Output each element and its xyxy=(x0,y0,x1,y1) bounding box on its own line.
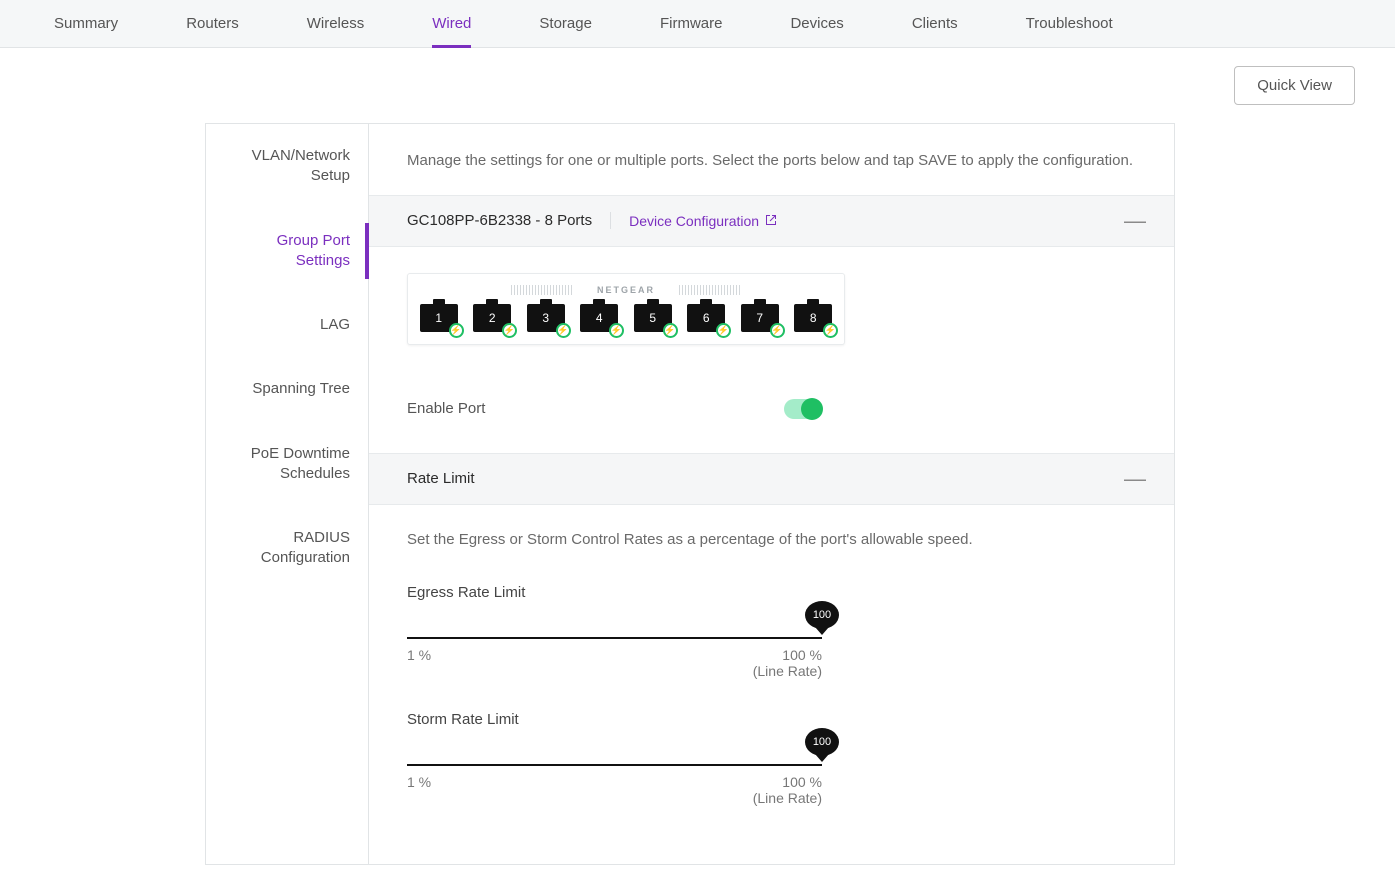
port-4[interactable]: 4⚡ xyxy=(577,304,623,334)
poe-badge-icon: ⚡ xyxy=(502,323,517,338)
quick-view-button[interactable]: Quick View xyxy=(1234,66,1355,105)
switch-brand: NETGEAR xyxy=(597,285,655,295)
slider-value-bubble: 100 xyxy=(805,728,839,756)
tab-troubleshoot[interactable]: Troubleshoot xyxy=(992,0,1147,48)
intro-text: Manage the settings for one or multiple … xyxy=(369,124,1174,195)
slider-range-labels: 1 % 100 % xyxy=(407,774,822,790)
slider-min-label: 1 % xyxy=(407,774,431,790)
vent-decoration xyxy=(679,285,741,295)
slider-handle[interactable]: 100 xyxy=(805,728,839,756)
tab-wireless[interactable]: Wireless xyxy=(273,0,399,48)
top-nav: SummaryRoutersWirelessWiredStorageFirmwa… xyxy=(0,0,1395,48)
quick-view-row: Quick View xyxy=(0,48,1395,123)
rate-limit-body: Set the Egress or Storm Control Rates as… xyxy=(369,505,1174,864)
poe-badge-icon: ⚡ xyxy=(663,323,678,338)
port-3[interactable]: 3⚡ xyxy=(523,304,569,334)
port-7[interactable]: 7⚡ xyxy=(737,304,783,334)
settings-content: Manage the settings for one or multiple … xyxy=(369,124,1174,864)
sidebar-item-spanning-tree[interactable]: Spanning Tree xyxy=(206,357,368,421)
sidebar-item-group-port-settings[interactable]: Group Port Settings xyxy=(206,209,368,294)
enable-port-label: Enable Port xyxy=(407,400,485,417)
port-1[interactable]: 1⚡ xyxy=(416,304,462,334)
slider-range-labels: 1 % 100 % xyxy=(407,647,822,663)
slider-max-label: 100 % xyxy=(782,647,822,663)
port-2[interactable]: 2⚡ xyxy=(470,304,516,334)
tab-firmware[interactable]: Firmware xyxy=(626,0,757,48)
port-6[interactable]: 6⚡ xyxy=(684,304,730,334)
external-link-icon xyxy=(765,213,777,229)
switch-illustration: NETGEAR 1⚡ 2⚡3⚡ 4⚡5⚡ 6⚡7⚡ 8⚡ xyxy=(407,273,845,345)
slider-handle[interactable]: 100 xyxy=(805,601,839,629)
slider-max-label: 100 % xyxy=(782,774,822,790)
sidebar-item-vlan-network-setup[interactable]: VLAN/Network Setup xyxy=(206,124,368,209)
enable-port-row: Enable Port xyxy=(407,391,822,427)
vent-decoration xyxy=(511,285,573,295)
collapse-icon[interactable]: — xyxy=(1124,468,1146,490)
egress-rate-slider: Egress Rate Limit 100 1 % 100 %(Line Rate) xyxy=(407,584,822,679)
tab-wired[interactable]: Wired xyxy=(398,0,505,48)
enable-port-toggle[interactable] xyxy=(784,399,822,419)
device-section-body: NETGEAR 1⚡ 2⚡3⚡ 4⚡5⚡ 6⚡7⚡ 8⚡ Enable Port xyxy=(369,247,1174,453)
slider-sub-label: (Line Rate) xyxy=(407,790,822,806)
tab-devices[interactable]: Devices xyxy=(756,0,877,48)
rate-limit-header: Rate Limit — xyxy=(369,453,1174,505)
slider-min-label: 1 % xyxy=(407,647,431,663)
device-title: GC108PP-6B2338 - 8 Ports xyxy=(407,212,611,229)
settings-sidebar: VLAN/Network SetupGroup Port SettingsLAG… xyxy=(206,124,369,864)
sidebar-item-lag[interactable]: LAG xyxy=(206,293,368,357)
sidebar-item-radius-configuration[interactable]: RADIUS Configuration xyxy=(206,506,368,591)
poe-badge-icon: ⚡ xyxy=(770,323,785,338)
poe-badge-icon: ⚡ xyxy=(449,323,464,338)
poe-badge-icon: ⚡ xyxy=(716,323,731,338)
slider-track[interactable]: 100 xyxy=(407,637,822,639)
slider-fill xyxy=(407,637,822,639)
tab-clients[interactable]: Clients xyxy=(878,0,992,48)
storm-rate-slider: Storm Rate Limit 100 1 % 100 %(Line Rate) xyxy=(407,711,822,806)
slider-track[interactable]: 100 xyxy=(407,764,822,766)
slider-sub-label: (Line Rate) xyxy=(407,663,822,679)
rate-limit-title: Rate Limit xyxy=(407,470,475,487)
device-configuration-label: Device Configuration xyxy=(629,213,759,229)
poe-badge-icon: ⚡ xyxy=(823,323,838,338)
port-8[interactable]: 8⚡ xyxy=(791,304,837,334)
slider-fill xyxy=(407,764,822,766)
slider-title: Egress Rate Limit xyxy=(407,584,822,601)
device-configuration-link[interactable]: Device Configuration xyxy=(629,213,777,229)
tab-storage[interactable]: Storage xyxy=(505,0,626,48)
collapse-icon[interactable]: — xyxy=(1124,210,1146,232)
device-section-header: GC108PP-6B2338 - 8 Ports Device Configur… xyxy=(369,195,1174,247)
poe-badge-icon: ⚡ xyxy=(556,323,571,338)
settings-card: VLAN/Network SetupGroup Port SettingsLAG… xyxy=(205,123,1175,865)
port-row: 1⚡ 2⚡3⚡ 4⚡5⚡ 6⚡7⚡ 8⚡ xyxy=(416,304,836,334)
slider-title: Storm Rate Limit xyxy=(407,711,822,728)
tab-routers[interactable]: Routers xyxy=(152,0,273,48)
slider-value-bubble: 100 xyxy=(805,601,839,629)
sidebar-item-poe-downtime-schedules[interactable]: PoE Downtime Schedules xyxy=(206,422,368,507)
port-5[interactable]: 5⚡ xyxy=(630,304,676,334)
rate-limit-description: Set the Egress or Storm Control Rates as… xyxy=(407,531,1136,548)
poe-badge-icon: ⚡ xyxy=(609,323,624,338)
tab-summary[interactable]: Summary xyxy=(20,0,152,48)
